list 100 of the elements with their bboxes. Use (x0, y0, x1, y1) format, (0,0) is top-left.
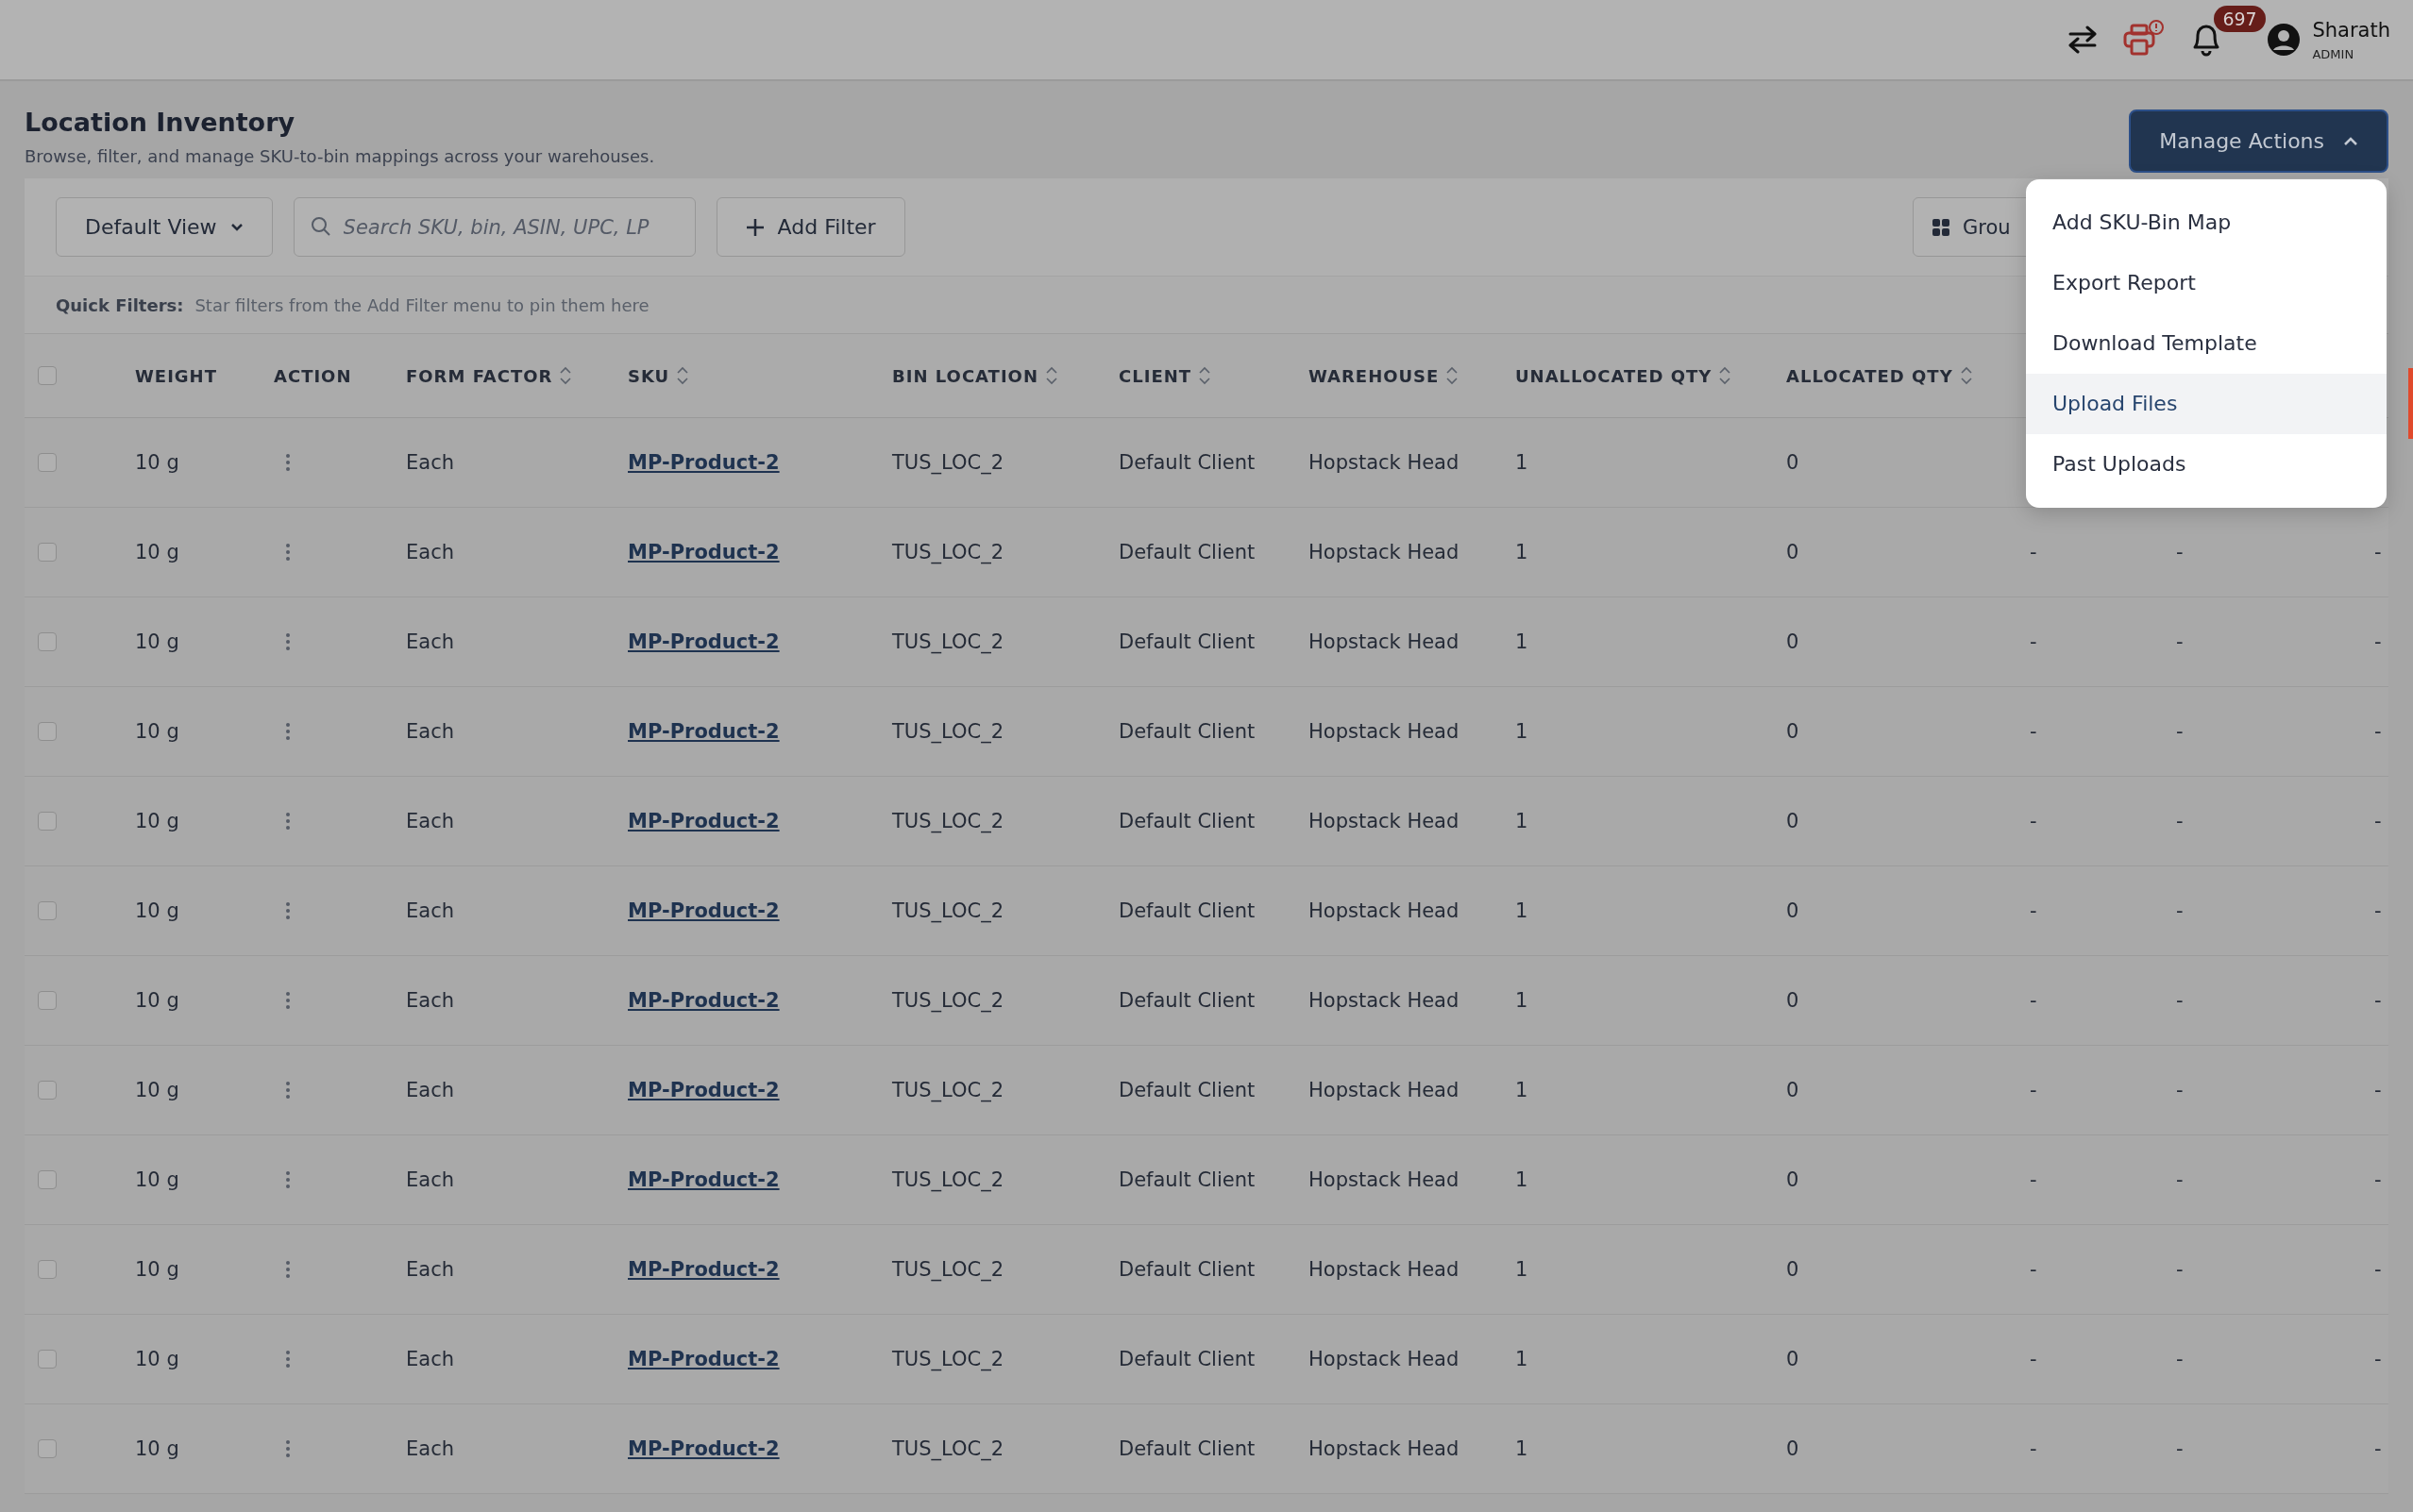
table-cell: Default Client (1119, 1168, 1256, 1191)
table-cell: 1 (1515, 989, 1528, 1012)
table-cell: Hopstack Head (1308, 810, 1460, 832)
table-cell: 0 (1786, 1168, 1799, 1191)
table-cell: Each (406, 630, 454, 653)
table-cell: TUS_LOC_2 (892, 810, 1004, 832)
table-cell: Each (406, 1437, 454, 1460)
table-cell: 0 (1786, 899, 1799, 922)
table-cell: 10 g (135, 1348, 179, 1370)
table-cell: 10 g (135, 541, 179, 563)
table-cell: Default Client (1119, 720, 1256, 743)
table-cell: - (2030, 899, 2037, 922)
table-cell: - (2176, 541, 2184, 563)
table-cell: TUS_LOC_2 (892, 1258, 1004, 1281)
table-cell: Each (406, 1168, 454, 1191)
table-cell: 10 g (135, 630, 179, 653)
table-cell: Default Client (1119, 1348, 1256, 1370)
notification-badge: 697 (2214, 6, 2266, 32)
table-cell: - (2176, 630, 2184, 653)
table-cell: 1 (1515, 451, 1528, 474)
table-cell: 10 g (135, 899, 179, 922)
table-cell: - (2030, 989, 2037, 1012)
table-cell: 0 (1786, 1258, 1799, 1281)
quick-filters-hint: Star filters from the Add Filter menu to pin them here (194, 294, 650, 315)
table-cell: - (2374, 1258, 2382, 1281)
table-cell: 0 (1786, 541, 1799, 563)
table-cell: - (2374, 1348, 2382, 1370)
table-cell: 10 g (135, 989, 179, 1012)
table-cell: - (2374, 541, 2382, 563)
table-cell: TUS_LOC_2 (892, 720, 1004, 743)
table-cell: TUS_LOC_2 (892, 989, 1004, 1012)
table-cell: - (2374, 1168, 2382, 1191)
table-cell: TUS_LOC_2 (892, 541, 1004, 563)
table-cell: Hopstack Head (1308, 1437, 1460, 1460)
table-cell: TUS_LOC_2 (892, 630, 1004, 653)
table-cell: 1 (1515, 810, 1528, 832)
table-cell: TUS_LOC_2 (892, 899, 1004, 922)
quick-filters-label: Quick Filters: (56, 294, 184, 315)
table-cell: Hopstack Head (1308, 541, 1460, 563)
table-cell: 1 (1515, 1258, 1528, 1281)
table-cell: Each (406, 541, 454, 563)
table-cell: Hopstack Head (1308, 1348, 1460, 1370)
table-cell: TUS_LOC_2 (892, 451, 1004, 474)
table-cell: 0 (1786, 720, 1799, 743)
table-cell: 10 g (135, 1168, 179, 1191)
table-cell: - (2176, 1258, 2184, 1281)
table-cell: - (2030, 810, 2037, 832)
table-cell: Hopstack Head (1308, 720, 1460, 743)
table-cell: TUS_LOC_2 (892, 1348, 1004, 1370)
table-cell: TUS_LOC_2 (892, 1079, 1004, 1101)
table-cell: - (2374, 1079, 2382, 1101)
table-cell: 10 g (135, 451, 179, 474)
table-cell: Default Client (1119, 1437, 1256, 1460)
table-cell: Each (406, 451, 454, 474)
table-cell: 1 (1515, 1437, 1528, 1460)
table-cell: - (2176, 810, 2184, 832)
table-cell: Default Client (1119, 541, 1256, 563)
table-cell: 0 (1786, 451, 1799, 474)
table-cell: - (2030, 1437, 2037, 1460)
table-cell: - (2374, 899, 2382, 922)
user-name: Sharath (2312, 18, 2390, 42)
table-cell: - (2176, 720, 2184, 743)
table-cell: 1 (1515, 1348, 1528, 1370)
table-cell: - (2030, 1079, 2037, 1101)
table-cell: Each (406, 1348, 454, 1370)
table-cell: - (2374, 810, 2382, 832)
user-role: ADMIN (2312, 46, 2355, 61)
table-cell: Hopstack Head (1308, 1168, 1460, 1191)
table-cell: TUS_LOC_2 (892, 1437, 1004, 1460)
table-cell: Default Client (1119, 899, 1256, 922)
table-cell: 0 (1786, 1348, 1799, 1370)
table-cell: Default Client (1119, 630, 1256, 653)
table-cell: Each (406, 899, 454, 922)
table-cell: 1 (1515, 541, 1528, 563)
table-cell: - (2176, 1437, 2184, 1460)
table-cell: Each (406, 810, 454, 832)
table-cell: - (2030, 1258, 2037, 1281)
column-header: WEIGHT (135, 365, 217, 386)
table-cell: Each (406, 720, 454, 743)
table-cell: - (2176, 1079, 2184, 1101)
table-cell: 10 g (135, 1258, 179, 1281)
table-cell: 10 g (135, 1437, 179, 1460)
table-cell: Hopstack Head (1308, 1258, 1460, 1281)
table-cell: 1 (1515, 899, 1528, 922)
page-title: Location Inventory (25, 108, 296, 137)
table-cell: 1 (1515, 630, 1528, 653)
table-cell: Default Client (1119, 1258, 1256, 1281)
table-cell: 1 (1515, 1168, 1528, 1191)
table-cell: Default Client (1119, 1079, 1256, 1101)
table-cell: 10 g (135, 1079, 179, 1101)
table-cell: 1 (1515, 1079, 1528, 1101)
table-cell: - (2374, 1437, 2382, 1460)
table-cell: 10 g (135, 720, 179, 743)
table-cell: Each (406, 1258, 454, 1281)
table-cell: 0 (1786, 1079, 1799, 1101)
table-cell: - (2030, 720, 2037, 743)
table-cell: - (2030, 1348, 2037, 1370)
table-cell: Hopstack Head (1308, 989, 1460, 1012)
table-cell: - (2030, 630, 2037, 653)
table-cell: 0 (1786, 989, 1799, 1012)
